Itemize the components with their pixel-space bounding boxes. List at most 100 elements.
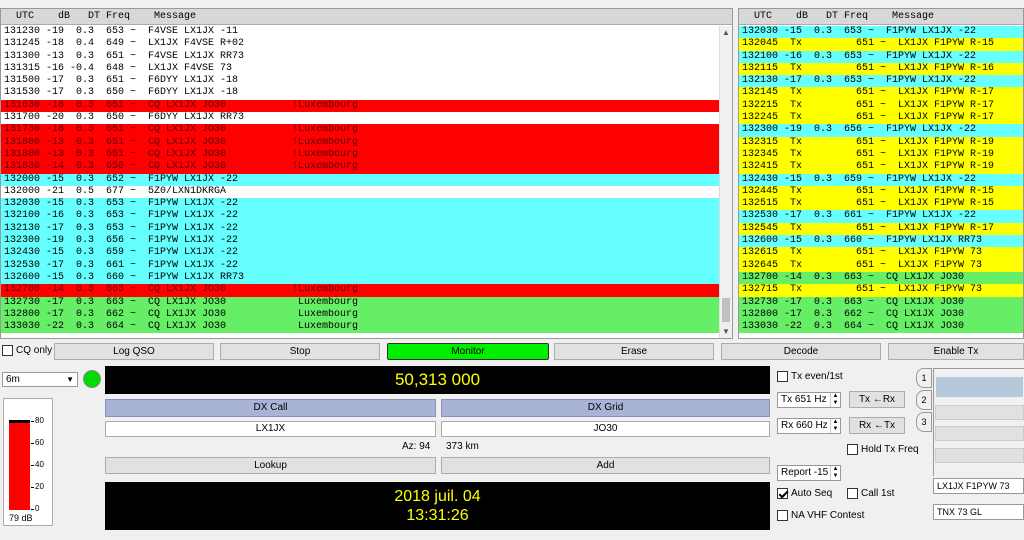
decode-row[interactable]: 132100 -16 0.3 653 ~ F1PYW LX1JX -22	[739, 50, 1023, 63]
date-display: 2018 juil. 04	[394, 488, 481, 505]
spin-arrows-icon[interactable]: ▲ ▼	[830, 466, 840, 480]
decode-row[interactable]: 132445 Tx 651 ~ LX1JX F1PYW R-15	[739, 185, 1023, 199]
decode-row[interactable]: 131830 -14 0.3 650 ~ CQ LX1JX JO30 !Luxe…	[1, 161, 719, 174]
add-button[interactable]: Add	[441, 457, 770, 474]
decode-row[interactable]: 131700 -20 0.3 650 ~ F6DYY LX1JX RR73	[1, 112, 719, 125]
decode-button[interactable]: Decode	[721, 343, 881, 360]
decode-row[interactable]: 132530 -17 0.3 661 ~ F1PYW LX1JX -22	[1, 259, 719, 272]
decode-row[interactable]: 132415 Tx 651 ~ LX1JX F1PYW R-19	[739, 161, 1023, 174]
na-vhf-contest-checkbox[interactable]: NA VHF Contest	[777, 510, 864, 521]
meter-tick-20: 20	[35, 482, 44, 491]
decode-row[interactable]: 132315 Tx 651 ~ LX1JX F1PYW R-19	[739, 136, 1023, 149]
date-time-display: 2018 juil. 04 13:31:26	[105, 482, 770, 530]
decode-row[interactable]: 132730 -17 0.3 663 ~ CQ LX1JX JO30	[739, 296, 1023, 309]
decode-row[interactable]: 132715 Tx 651 ~ LX1JX F1PYW 73	[739, 284, 1023, 297]
rx-frequency-rows[interactable]: 132030 -15 0.3 653 ~ F1PYW LX1JX -22 1320…	[739, 26, 1023, 334]
monitor-button[interactable]: Monitor	[387, 343, 549, 360]
decode-row[interactable]: 132800 -17 0.3 662 ~ CQ LX1JX JO30 Luxem…	[1, 308, 719, 322]
tab-1[interactable]: 1	[916, 368, 932, 388]
rx-frequency-spinbox[interactable]: Rx 660 Hz ▲ ▼	[777, 418, 841, 434]
tx-even-checkbox[interactable]: Tx even/1st	[777, 371, 843, 382]
lookup-button[interactable]: Lookup	[105, 457, 436, 474]
tab-selected-field[interactable]	[936, 377, 1023, 397]
decode-row[interactable]: 132545 Tx 651 ~ LX1JX F1PYW R-17	[739, 222, 1023, 236]
dx-call-input[interactable]: LX1JX	[105, 421, 436, 437]
decode-row[interactable]: 132115 Tx 651 ~ LX1JX F1PYW R-16	[739, 62, 1023, 76]
band-select[interactable]: 6m ▼	[2, 372, 78, 387]
decode-row[interactable]: 133030 -22 0.3 664 ~ CQ LX1JX JO30	[739, 321, 1023, 334]
decode-row[interactable]: 131230 -19 0.3 653 ~ F4VSE LX1JX -11	[1, 26, 719, 39]
spin-arrows-icon[interactable]: ▲ ▼	[830, 393, 840, 407]
decode-row[interactable]: 131630 -18 0.3 651 ~ CQ LX1JX JO30 !Luxe…	[1, 99, 719, 113]
decode-row[interactable]: 132615 Tx 651 ~ LX1JX F1PYW 73	[739, 247, 1023, 260]
log-qso-button[interactable]: Log QSO	[54, 343, 214, 360]
decode-row[interactable]: 131730 -18 0.3 651 ~ CQ LX1JX JO30 !Luxe…	[1, 124, 719, 137]
decode-row[interactable]: 132700 -14 0.3 663 ~ CQ LX1JX JO30	[739, 271, 1023, 285]
decode-row[interactable]: 132430 -15 0.3 659 ~ F1PYW LX1JX -22	[739, 173, 1023, 186]
cq-only-checkbox[interactable]: CQ only	[2, 345, 52, 356]
scroll-thumb[interactable]	[722, 298, 730, 322]
spin-arrows-icon[interactable]: ▲ ▼	[830, 419, 840, 433]
decode-row[interactable]: 132300 -19 0.3 656 ~ F1PYW LX1JX -22	[739, 124, 1023, 137]
rx-from-tx-button[interactable]: Rx ←Tx	[849, 417, 905, 434]
decode-row[interactable]: 132515 Tx 651 ~ LX1JX F1PYW R-15	[739, 198, 1023, 211]
erase-button[interactable]: Erase	[554, 343, 714, 360]
tab-field-4[interactable]	[935, 448, 1024, 463]
tx-frequency-spinbox[interactable]: Tx 651 Hz ▲ ▼	[777, 392, 841, 408]
tab-2[interactable]: 2	[916, 390, 932, 410]
tx-message-2[interactable]: TNX 73 GL	[933, 504, 1024, 520]
band-activity-panel[interactable]: UTC dB DT Freq Message 131230 -19 0.3 65…	[0, 8, 733, 339]
decode-row[interactable]: 132430 -15 0.3 659 ~ F1PYW LX1JX -22	[1, 247, 719, 260]
hold-tx-freq-checkbox[interactable]: Hold Tx Freq	[847, 444, 919, 455]
auto-seq-checkbox[interactable]: Auto Seq	[777, 488, 832, 499]
decode-row[interactable]: 132345 Tx 651 ~ LX1JX F1PYW R-19	[739, 148, 1023, 162]
tx-message-1[interactable]: LX1JX F1PYW 73	[933, 478, 1024, 494]
decode-row[interactable]: 132145 Tx 651 ~ LX1JX F1PYW R-17	[739, 87, 1023, 100]
tab-field-2[interactable]	[935, 405, 1024, 420]
decode-row[interactable]: 132000 -21 0.5 677 ~ 5Z0/LXN1DKRGA	[1, 185, 719, 199]
report-spinbox[interactable]: Report -15 ▲ ▼	[777, 465, 841, 481]
decode-row[interactable]: 133030 -22 0.3 664 ~ CQ LX1JX JO30 Luxem…	[1, 321, 719, 334]
enable-tx-button[interactable]: Enable Tx	[888, 343, 1024, 360]
rx-frequency-panel[interactable]: UTC dB DT Freq Message 132030 -15 0.3 65…	[738, 8, 1024, 339]
band-activity-rows[interactable]: 131230 -19 0.3 653 ~ F4VSE LX1JX -11 1312…	[1, 26, 719, 334]
decode-row[interactable]: 131800 -13 0.3 651 ~ CQ LX1JX JO30 !Luxe…	[1, 148, 719, 162]
decode-row[interactable]: 131500 -17 0.3 651 ~ F6DYY LX1JX -18	[1, 75, 719, 88]
signal-meter: 80 60 40 20 0 79 dB	[3, 398, 53, 526]
decode-row[interactable]: 132045 Tx 651 ~ LX1JX F1PYW R-15	[739, 38, 1023, 51]
decode-row[interactable]: 132245 Tx 651 ~ LX1JX F1PYW R-17	[739, 112, 1023, 125]
decode-row[interactable]: 131315 -16 -0.4 648 ~ LX1JX F4VSE 73	[1, 62, 719, 76]
window-top-strip	[0, 0, 1024, 8]
decode-row[interactable]: 132600 -15 0.3 660 ~ F1PYW LX1JX RR73	[739, 235, 1023, 248]
scroll-down-icon[interactable]: ▼	[720, 325, 732, 338]
scroll-up-icon[interactable]: ▲	[720, 26, 732, 39]
dx-grid-input[interactable]: JO30	[441, 421, 770, 437]
decode-row[interactable]: 132130 -17 0.3 653 ~ F1PYW LX1JX -22	[1, 222, 719, 236]
cq-only-box[interactable]	[2, 345, 13, 356]
call-1st-checkbox[interactable]: Call 1st	[847, 488, 894, 499]
decode-row[interactable]: 132600 -15 0.3 660 ~ F1PYW LX1JX RR73	[1, 271, 719, 285]
decode-row[interactable]: 132000 -15 0.3 652 ~ F1PYW LX1JX -22	[1, 173, 719, 186]
rx-frequency-value: Rx 660 Hz	[781, 420, 828, 431]
decode-row[interactable]: 132800 -17 0.3 662 ~ CQ LX1JX JO30	[739, 308, 1023, 322]
tx-from-rx-button[interactable]: Tx ←Rx	[849, 391, 905, 408]
decode-row[interactable]: 131800 -13 0.3 651 ~ CQ LX1JX JO30 !Luxe…	[1, 136, 719, 149]
decode-row[interactable]: 132700 -14 0.3 663 ~ CQ LX1JX JO30 !Luxe…	[1, 284, 719, 297]
decode-row[interactable]: 132215 Tx 651 ~ LX1JX F1PYW R-17	[739, 99, 1023, 113]
decode-row[interactable]: 132530 -17 0.3 661 ~ F1PYW LX1JX -22	[739, 210, 1023, 223]
decode-row[interactable]: 132130 -17 0.3 653 ~ F1PYW LX1JX -22	[739, 75, 1023, 88]
decode-row[interactable]: 131245 -18 0.4 649 ~ LX1JX F4VSE R+02	[1, 38, 719, 51]
decode-row[interactable]: 132100 -16 0.3 653 ~ F1PYW LX1JX -22	[1, 210, 719, 223]
decode-row[interactable]: 131530 -17 0.3 650 ~ F6DYY LX1JX -18	[1, 87, 719, 100]
decode-row[interactable]: 132645 Tx 651 ~ LX1JX F1PYW 73	[739, 259, 1023, 272]
tab-3[interactable]: 3	[916, 412, 932, 432]
decode-row[interactable]: 132730 -17 0.3 663 ~ CQ LX1JX JO30 Luxem…	[1, 296, 719, 309]
decode-row[interactable]: 131300 -13 0.3 651 ~ F4VSE LX1JX RR73	[1, 50, 719, 63]
tab-field-3[interactable]	[935, 426, 1024, 441]
decode-row[interactable]: 132300 -19 0.3 656 ~ F1PYW LX1JX -22	[1, 235, 719, 248]
decode-row[interactable]: 132030 -15 0.3 653 ~ F1PYW LX1JX -22	[1, 198, 719, 211]
stop-button[interactable]: Stop	[220, 343, 380, 360]
rx-frequency-header: UTC dB DT Freq Message	[739, 9, 1023, 25]
decode-row[interactable]: 132030 -15 0.3 653 ~ F1PYW LX1JX -22	[739, 26, 1023, 39]
band-activity-scrollbar[interactable]: ▲ ▼	[719, 26, 732, 338]
